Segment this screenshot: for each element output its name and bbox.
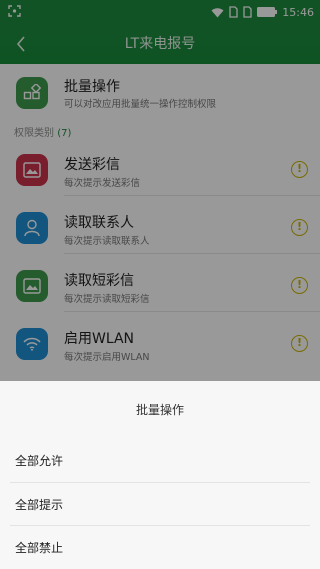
- option-label: 全部提示: [15, 498, 64, 512]
- option-label: 全部允许: [15, 454, 64, 468]
- prompt-all-option[interactable]: 全部提示: [0, 483, 320, 526]
- allow-all-option[interactable]: 全部允许: [0, 439, 320, 482]
- deny-all-option[interactable]: 全部禁止: [0, 526, 320, 569]
- dim-overlay[interactable]: [0, 0, 320, 381]
- option-label: 全部禁止: [15, 541, 64, 555]
- sheet-title: 批量操作: [135, 403, 184, 417]
- batch-operation-sheet: 批量操作 全部允许 全部提示 全部禁止: [0, 381, 320, 569]
